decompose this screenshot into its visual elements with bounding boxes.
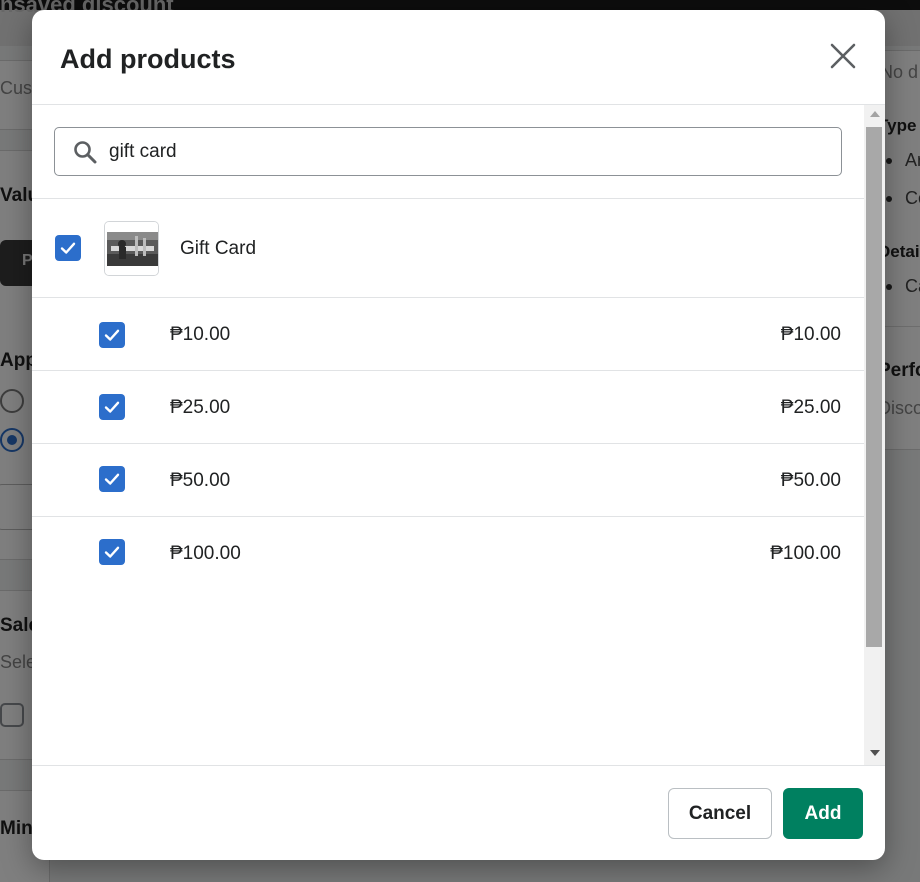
variant-price: ₱50.00 [780, 470, 841, 491]
modal-footer: Cancel Add [32, 765, 885, 860]
cancel-button[interactable]: Cancel [668, 788, 772, 839]
variant-title: ₱50.00 [170, 470, 231, 491]
close-icon [830, 43, 856, 69]
checkmark-icon [104, 473, 120, 485]
variant-row[interactable]: ₱50.00 ₱50.00 [32, 444, 864, 517]
product-title: Gift Card [180, 238, 257, 259]
variant-checkbox[interactable] [99, 539, 125, 565]
variant-title: ₱100.00 [170, 543, 241, 564]
scroll-up-arrow-icon[interactable] [870, 111, 880, 117]
modal-header: Add products [32, 10, 885, 105]
product-thumbnail [104, 221, 159, 276]
variant-row[interactable]: ₱25.00 ₱25.00 [32, 371, 864, 444]
variant-checkbox[interactable] [99, 466, 125, 492]
search-input[interactable] [109, 136, 809, 168]
scrollbar-thumb[interactable] [866, 127, 882, 647]
variant-checkbox[interactable] [99, 322, 125, 348]
search-field[interactable] [54, 127, 842, 176]
checkmark-icon [104, 546, 120, 558]
modal-body: Gift Card ₱10.00 ₱10.00 ₱25.00 ₱25.00 ₱5… [32, 105, 885, 765]
add-products-modal: Add products gift card Gift Card ₱10.00 … [32, 10, 885, 860]
variant-price: ₱100.00 [770, 543, 841, 564]
variant-checkbox[interactable] [99, 394, 125, 420]
checkmark-icon [104, 329, 120, 341]
close-button[interactable] [827, 40, 859, 72]
variant-price: ₱25.00 [780, 397, 841, 418]
variant-title: ₱25.00 [170, 397, 231, 418]
gift-card-image [105, 222, 158, 275]
variant-row[interactable]: ₱100.00 ₱100.00 [32, 517, 864, 590]
checkmark-icon [104, 401, 120, 413]
product-checkbox[interactable] [55, 235, 81, 261]
variant-title: ₱10.00 [170, 324, 231, 345]
search-icon [74, 141, 97, 164]
product-row[interactable]: Gift Card [32, 199, 864, 298]
checkmark-icon [60, 242, 76, 254]
variant-row[interactable]: ₱10.00 ₱10.00 [32, 298, 864, 371]
scroll-down-arrow-icon[interactable] [870, 750, 880, 756]
modal-title: Add products [60, 44, 236, 74]
scrollbar[interactable] [864, 105, 885, 765]
variant-price: ₱10.00 [780, 324, 841, 345]
add-button[interactable]: Add [783, 788, 863, 839]
